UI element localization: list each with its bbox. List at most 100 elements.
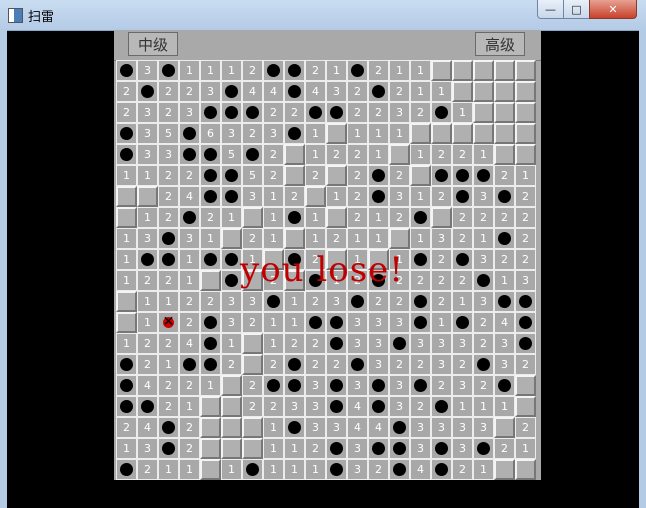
number-cell[interactable]: 2: [305, 60, 326, 81]
number-cell[interactable]: 1: [305, 459, 326, 480]
number-cell[interactable]: 1: [200, 60, 221, 81]
number-cell[interactable]: 2: [515, 228, 536, 249]
unopened-cell[interactable]: [431, 123, 452, 144]
number-cell[interactable]: 3: [389, 102, 410, 123]
number-cell[interactable]: 2: [137, 354, 158, 375]
number-cell[interactable]: 1: [200, 375, 221, 396]
mine-cell[interactable]: [179, 144, 200, 165]
number-cell[interactable]: 2: [473, 312, 494, 333]
number-cell[interactable]: 4: [137, 417, 158, 438]
unopened-cell[interactable]: [200, 459, 221, 480]
number-cell[interactable]: 2: [263, 354, 284, 375]
mine-cell[interactable]: [116, 375, 137, 396]
number-cell[interactable]: 1: [158, 354, 179, 375]
unopened-cell[interactable]: [515, 123, 536, 144]
number-cell[interactable]: 4: [242, 81, 263, 102]
number-cell[interactable]: 2: [452, 144, 473, 165]
number-cell[interactable]: 1: [137, 165, 158, 186]
number-cell[interactable]: 1: [410, 81, 431, 102]
number-cell[interactable]: 3: [326, 291, 347, 312]
number-cell[interactable]: 3: [431, 417, 452, 438]
unopened-cell[interactable]: [494, 459, 515, 480]
mine-cell[interactable]: [515, 312, 536, 333]
number-cell[interactable]: 1: [263, 228, 284, 249]
number-cell[interactable]: 1: [410, 186, 431, 207]
number-cell[interactable]: 2: [200, 291, 221, 312]
number-cell[interactable]: 4: [368, 417, 389, 438]
number-cell[interactable]: 2: [431, 249, 452, 270]
number-cell[interactable]: 2: [158, 186, 179, 207]
unopened-cell[interactable]: [116, 312, 137, 333]
number-cell[interactable]: 1: [410, 144, 431, 165]
mine-cell[interactable]: [347, 354, 368, 375]
number-cell[interactable]: 2: [137, 333, 158, 354]
number-cell[interactable]: 3: [410, 333, 431, 354]
mine-cell[interactable]: [410, 312, 431, 333]
mine-cell[interactable]: [515, 291, 536, 312]
number-cell[interactable]: 2: [431, 186, 452, 207]
mine-cell[interactable]: [431, 396, 452, 417]
unopened-cell[interactable]: [494, 144, 515, 165]
number-cell[interactable]: 2: [326, 228, 347, 249]
number-cell[interactable]: 3: [179, 228, 200, 249]
mine-cell[interactable]: [368, 186, 389, 207]
mine-cell[interactable]: [221, 186, 242, 207]
number-cell[interactable]: 5: [242, 165, 263, 186]
number-cell[interactable]: 2: [494, 249, 515, 270]
unopened-cell[interactable]: [284, 144, 305, 165]
number-cell[interactable]: 3: [368, 333, 389, 354]
number-cell[interactable]: 3: [452, 417, 473, 438]
number-cell[interactable]: 2: [347, 186, 368, 207]
number-cell[interactable]: 2: [452, 459, 473, 480]
number-cell[interactable]: 3: [179, 102, 200, 123]
mine-cell[interactable]: [410, 207, 431, 228]
number-cell[interactable]: 2: [326, 144, 347, 165]
number-cell[interactable]: 2: [473, 375, 494, 396]
number-cell[interactable]: 2: [158, 333, 179, 354]
number-cell[interactable]: 2: [431, 270, 452, 291]
number-cell[interactable]: 3: [263, 123, 284, 144]
number-cell[interactable]: 2: [263, 396, 284, 417]
unopened-cell[interactable]: [137, 186, 158, 207]
number-cell[interactable]: 2: [242, 60, 263, 81]
number-cell[interactable]: 2: [347, 144, 368, 165]
mine-cell[interactable]: [158, 60, 179, 81]
mine-cell[interactable]: [284, 354, 305, 375]
number-cell[interactable]: 1: [452, 291, 473, 312]
number-cell[interactable]: 3: [515, 270, 536, 291]
mine-cell[interactable]: [305, 102, 326, 123]
number-cell[interactable]: 3: [200, 81, 221, 102]
number-cell[interactable]: 2: [368, 291, 389, 312]
advanced-level-button[interactable]: 高级: [475, 32, 525, 56]
number-cell[interactable]: 1: [452, 102, 473, 123]
mine-cell[interactable]: [347, 60, 368, 81]
number-cell[interactable]: 1: [431, 312, 452, 333]
number-cell[interactable]: 2: [347, 102, 368, 123]
number-cell[interactable]: 3: [452, 333, 473, 354]
number-cell[interactable]: 2: [137, 459, 158, 480]
mine-cell[interactable]: [263, 291, 284, 312]
number-cell[interactable]: 1: [179, 249, 200, 270]
number-cell[interactable]: 1: [326, 186, 347, 207]
mine-cell[interactable]: [116, 144, 137, 165]
number-cell[interactable]: 1: [263, 207, 284, 228]
number-cell[interactable]: 2: [242, 396, 263, 417]
number-cell[interactable]: 1: [137, 207, 158, 228]
number-cell[interactable]: 1: [137, 291, 158, 312]
number-cell[interactable]: 3: [368, 354, 389, 375]
unopened-cell[interactable]: [494, 102, 515, 123]
unopened-cell[interactable]: [242, 354, 263, 375]
number-cell[interactable]: 1: [179, 60, 200, 81]
mine-cell[interactable]: [116, 354, 137, 375]
number-cell[interactable]: 2: [389, 165, 410, 186]
mine-cell[interactable]: [284, 123, 305, 144]
mine-cell[interactable]: [326, 312, 347, 333]
unopened-cell[interactable]: [473, 81, 494, 102]
mine-cell[interactable]: [263, 375, 284, 396]
number-cell[interactable]: 1: [179, 459, 200, 480]
number-cell[interactable]: 1: [368, 228, 389, 249]
number-cell[interactable]: 1: [221, 60, 242, 81]
number-cell[interactable]: 3: [242, 186, 263, 207]
number-cell[interactable]: 1: [158, 291, 179, 312]
number-cell[interactable]: 2: [179, 438, 200, 459]
